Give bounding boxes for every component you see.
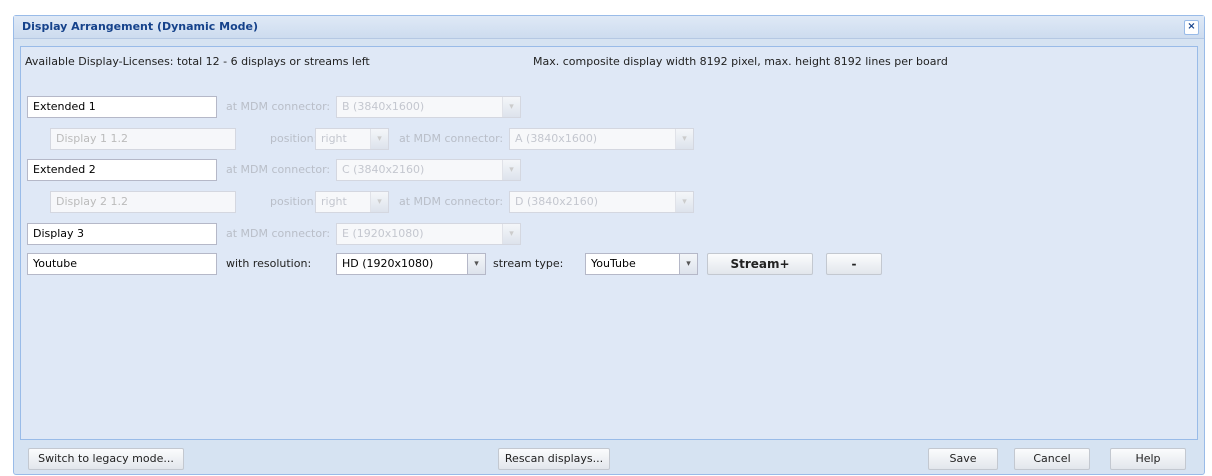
display-name-field[interactable]: Extended 2: [27, 159, 217, 181]
resolution-label: with resolution:: [226, 257, 312, 270]
chevron-down-icon: ▾: [502, 97, 520, 117]
add-stream-button[interactable]: Stream+: [707, 253, 813, 275]
dialog-body: Available Display-Licenses: total 12 - 6…: [20, 46, 1198, 440]
connector-select: D (3840x2160) ▾: [509, 191, 694, 213]
position-label: position:: [270, 132, 318, 145]
stream-type-value: YouTube: [591, 257, 636, 270]
chevron-down-icon: ▾: [502, 160, 520, 180]
rescan-displays-button[interactable]: Rescan displays...: [498, 448, 610, 470]
help-button[interactable]: Help: [1110, 448, 1186, 470]
chevron-down-icon[interactable]: ▾: [467, 254, 485, 274]
chevron-down-icon: ▾: [370, 129, 388, 149]
licenses-info: Available Display-Licenses: total 12 - 6…: [25, 55, 370, 68]
stream-type-label: stream type:: [493, 257, 564, 270]
chevron-down-icon: ▾: [675, 129, 693, 149]
save-button[interactable]: Save: [928, 448, 998, 470]
connector-select: C (3840x2160) ▾: [336, 159, 521, 181]
display-name-field[interactable]: Extended 1: [27, 96, 217, 118]
close-icon[interactable]: ×: [1184, 20, 1199, 35]
sub-display-name-field: Display 1 1.2: [50, 128, 236, 150]
resolution-select[interactable]: HD (1920x1080) ▾: [336, 253, 486, 275]
chevron-down-icon[interactable]: ▾: [679, 254, 697, 274]
mdm-connector-label: at MDM connector:: [226, 227, 331, 240]
mdm-connector-label: at MDM connector:: [226, 163, 331, 176]
chevron-down-icon: ▾: [675, 192, 693, 212]
connector-value: B (3840x1600): [342, 100, 425, 113]
connector-select: E (1920x1080) ▾: [336, 223, 521, 245]
max-size-info: Max. composite display width 8192 pixel,…: [533, 55, 948, 68]
dialog-title: Display Arrangement (Dynamic Mode): [22, 20, 259, 33]
connector-value: D (3840x2160): [515, 195, 599, 208]
connector-select: A (3840x1600) ▾: [509, 128, 694, 150]
dialog-titlebar: Display Arrangement (Dynamic Mode) ×: [14, 16, 1204, 39]
chevron-down-icon: ▾: [502, 224, 520, 244]
connector-select: B (3840x1600) ▾: [336, 96, 521, 118]
stream-name-field[interactable]: Youtube: [27, 253, 217, 275]
chevron-down-icon: ▾: [370, 192, 388, 212]
remove-stream-button[interactable]: -: [826, 253, 882, 275]
display-arrangement-dialog: Display Arrangement (Dynamic Mode) × Ava…: [13, 15, 1205, 475]
switch-legacy-mode-button[interactable]: Switch to legacy mode...: [28, 448, 184, 470]
connector-value: E (1920x1080): [342, 227, 424, 240]
connector-value: A (3840x1600): [515, 132, 598, 145]
mdm-connector-label: at MDM connector:: [226, 100, 331, 113]
cancel-button[interactable]: Cancel: [1014, 448, 1090, 470]
position-value: right: [321, 132, 347, 145]
mdm-connector-label: at MDM connector:: [399, 195, 504, 208]
connector-value: C (3840x2160): [342, 163, 425, 176]
display-name-field[interactable]: Display 3: [27, 223, 217, 245]
position-value: right: [321, 195, 347, 208]
position-select: right ▾: [315, 128, 389, 150]
sub-display-name-field: Display 2 1.2: [50, 191, 236, 213]
resolution-value: HD (1920x1080): [342, 257, 434, 270]
position-select: right ▾: [315, 191, 389, 213]
mdm-connector-label: at MDM connector:: [399, 132, 504, 145]
stream-type-select[interactable]: YouTube ▾: [585, 253, 698, 275]
position-label: position:: [270, 195, 318, 208]
